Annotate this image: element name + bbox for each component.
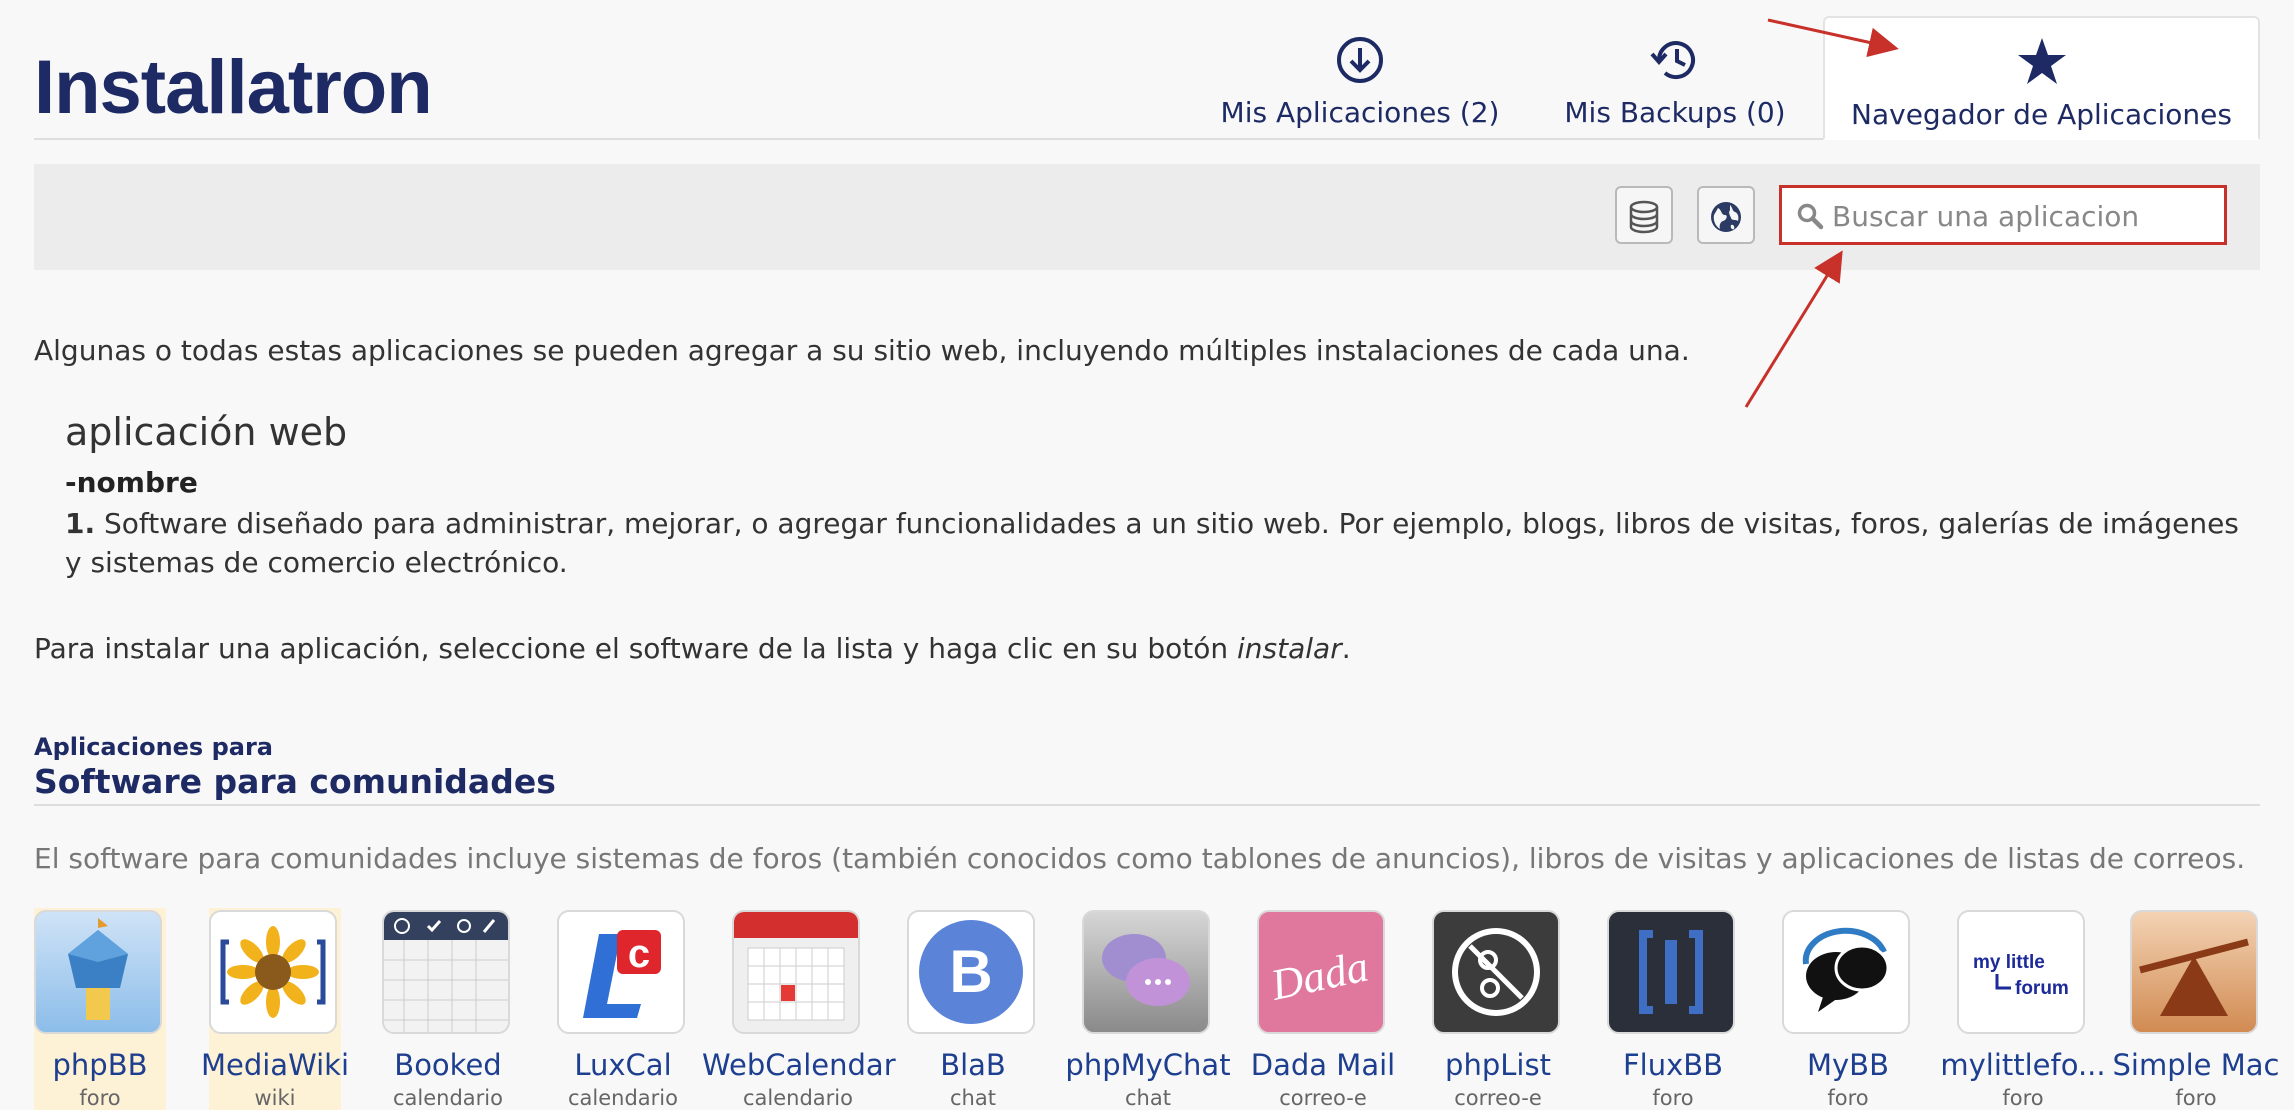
app-tile-luxcal[interactable]: c LuxCal calendario (557, 908, 689, 1110)
section-subtitle: Aplicaciones para (34, 733, 273, 761)
install-note: Para instalar una aplicación, seleccione… (34, 632, 1351, 665)
definition-part-of-speech: -nombre (65, 466, 198, 499)
blab-icon: B (907, 910, 1035, 1034)
install-note-suffix: . (1341, 632, 1351, 665)
app-category: foro (2002, 1086, 2044, 1110)
app-category: chat (1125, 1086, 1171, 1110)
app-name[interactable]: MyBB (1752, 1048, 1944, 1082)
app-name[interactable]: mylittlefo... (1927, 1048, 2119, 1082)
app-category: foro (79, 1086, 121, 1110)
booked-icon (382, 910, 510, 1034)
app-tile-blab[interactable]: B BlaB chat (907, 908, 1039, 1110)
definition-body: 1. Software diseñado para administrar, m… (65, 504, 2245, 582)
app-category: calendario (743, 1086, 853, 1110)
tab-label: Mis Aplicaciones (2) (1220, 96, 1500, 129)
app-name[interactable]: Booked (352, 1048, 544, 1082)
app-category: chat (950, 1086, 996, 1110)
app-category: calendario (568, 1086, 678, 1110)
definition-term: aplicación web (65, 410, 348, 454)
arrow-to-search (1744, 250, 1843, 408)
app-tile-mediawiki[interactable]: MediaWiki wiki (201, 908, 349, 1110)
phpbb-icon (34, 910, 162, 1034)
app-name[interactable]: WebCalendar (702, 1048, 896, 1082)
language-filter-button[interactable] (1697, 186, 1755, 244)
database-filter-button[interactable] (1615, 186, 1673, 244)
section-description: El software para comunidades incluye sis… (34, 842, 2246, 875)
mybb-icon (1782, 910, 1910, 1034)
definition-text: Software diseñado para administrar, mejo… (65, 507, 2239, 579)
app-name[interactable]: Dada Mail (1227, 1048, 1419, 1082)
app-name[interactable]: FluxBB (1577, 1048, 1769, 1082)
globe-icon (1711, 202, 1741, 232)
svg-text:my little: my little (1973, 952, 2045, 973)
search-box[interactable] (1779, 185, 2227, 245)
history-icon (1650, 41, 1695, 79)
app-name[interactable]: Simple Mac (2100, 1048, 2292, 1082)
svg-text:B: B (949, 938, 992, 1005)
app-tile-fluxbb[interactable]: FluxBB foro (1607, 908, 1739, 1110)
mylittleforum-icon: my little forum (1957, 910, 2085, 1034)
install-note-emphasis: instalar (1237, 632, 1342, 665)
intro-text: Algunas o todas estas aplicaciones se pu… (34, 334, 1690, 367)
app-category: wiki (254, 1086, 296, 1110)
section-divider (34, 804, 2260, 806)
fluxbb-icon (1607, 910, 1735, 1034)
app-name[interactable]: phpBB (34, 1048, 196, 1082)
app-tile-dadamail[interactable]: Dada Dada Mail correo-e (1251, 908, 1395, 1110)
section-title: Software para comunidades (34, 762, 556, 801)
database-icon (1629, 200, 1659, 234)
phplist-icon (1432, 910, 1560, 1034)
app-tile-phpmychat[interactable]: phpMyChat chat (1065, 908, 1231, 1110)
app-category: foro (2175, 1086, 2217, 1110)
app-tile-mybb[interactable]: MyBB foro (1782, 908, 1914, 1110)
tab-my-applications[interactable]: Mis Aplicaciones (2) (1210, 16, 1510, 140)
search-input[interactable] (1830, 196, 2214, 236)
svg-text:Dada: Dada (1266, 942, 1373, 1010)
app-tile-phpbb[interactable]: phpBB foro (34, 908, 166, 1110)
svg-text:c: c (628, 932, 650, 976)
app-category: calendario (393, 1086, 503, 1110)
webcalendar-icon (732, 910, 860, 1034)
app-name[interactable]: MediaWiki (179, 1048, 371, 1082)
app-category: correo-e (1279, 1086, 1367, 1110)
app-category: foro (1827, 1086, 1869, 1110)
app-tile-phplist[interactable]: phpList correo-e (1432, 908, 1564, 1110)
app-tile-webcalendar[interactable]: WebCalendar calendario (702, 908, 896, 1110)
install-note-prefix: Para instalar una aplicación, seleccione… (34, 632, 1237, 665)
phpmychat-icon (1082, 910, 1210, 1034)
simplemachines-icon (2130, 910, 2258, 1034)
download-circle-icon (1337, 37, 1383, 83)
app-list: phpBB foro MediaWiki wiki Booked calenda… (34, 908, 2294, 1110)
svg-text:forum: forum (2015, 978, 2069, 999)
app-category: correo-e (1454, 1086, 1542, 1110)
tab-label: Navegador de Aplicaciones (1851, 98, 2232, 131)
app-name[interactable]: BlaB (877, 1048, 1069, 1082)
search-icon (1797, 203, 1824, 230)
tab-my-backups[interactable]: Mis Backups (0) (1560, 16, 1790, 140)
app-name[interactable]: phpList (1402, 1048, 1594, 1082)
app-tile-simplemachines[interactable]: Simple Mac foro (2113, 908, 2279, 1110)
tab-label: Mis Backups (0) (1564, 96, 1786, 129)
app-name[interactable]: LuxCal (527, 1048, 719, 1082)
dadamail-icon: Dada (1257, 910, 1385, 1034)
star-icon (2017, 38, 2066, 84)
app-name[interactable]: phpMyChat (1052, 1048, 1244, 1082)
app-tile-mylittleforum[interactable]: my little forum mylittlefo... foro (1940, 908, 2106, 1110)
luxcal-icon: c (557, 910, 685, 1034)
app-category: foro (1652, 1086, 1694, 1110)
installatron-logo: Installatron (34, 45, 433, 130)
mediawiki-icon (209, 910, 337, 1034)
app-tile-booked[interactable]: Booked calendario (382, 908, 514, 1110)
tab-app-browser[interactable]: Navegador de Aplicaciones (1823, 16, 2260, 140)
definition-number: 1. (65, 507, 96, 540)
